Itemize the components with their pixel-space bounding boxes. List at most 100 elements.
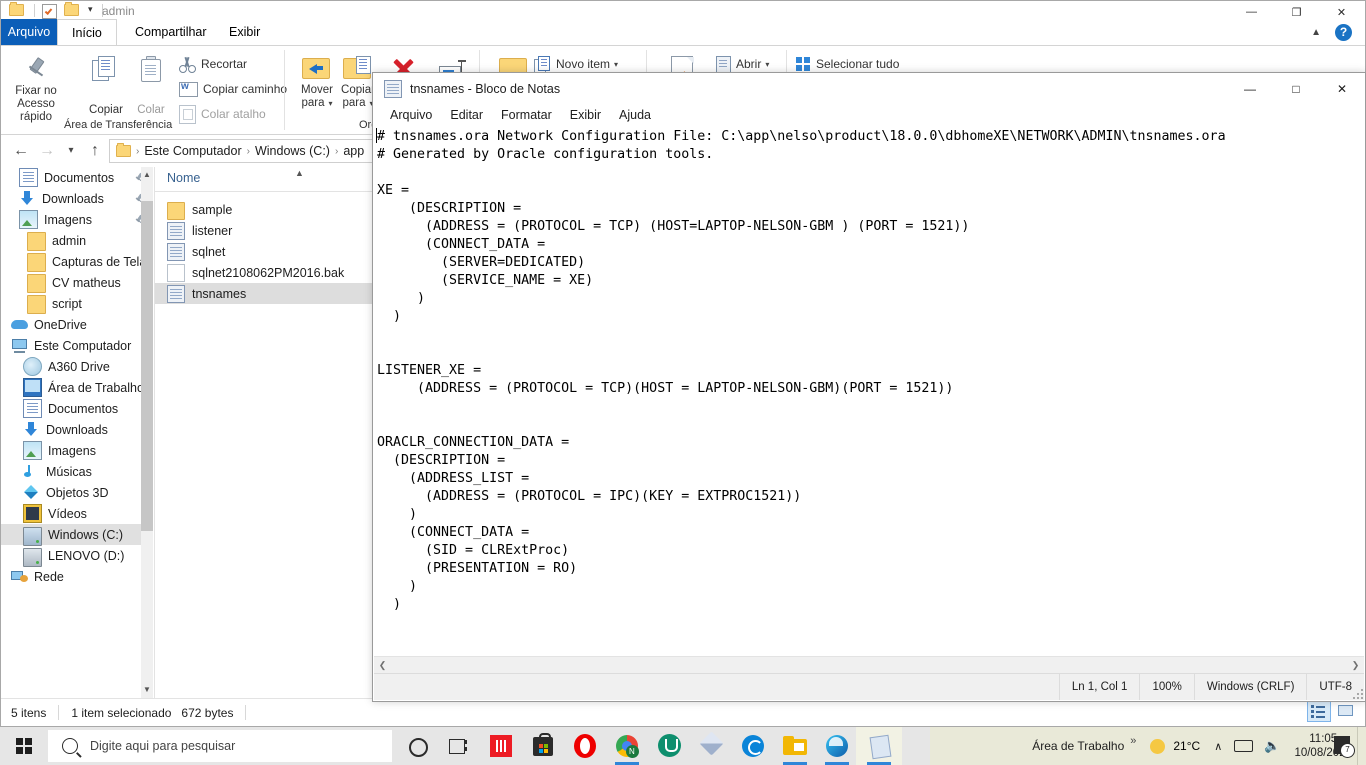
paste-shortcut-button[interactable]: Colar atalho [179,104,266,124]
back-arrow-icon[interactable]: ← [9,139,33,163]
navigation-pane-scrollbar[interactable]: ▲ ▼ [141,167,153,698]
notifications-icon[interactable]: 7 [1332,735,1355,758]
large-icons-view-icon[interactable] [1335,701,1357,720]
sidebar-item-v-deos[interactable]: Vídeos [1,503,153,524]
sidebar-item-a360-drive[interactable]: A360 Drive [1,356,153,377]
navigation-pane[interactable]: Documentos Downloads Imagens admin Capturas … [1,167,153,698]
taskbar-chrome-icon[interactable]: N [612,731,642,765]
scroll-down-icon[interactable]: ▼ [141,682,153,698]
menu-editar[interactable]: Editar [441,104,492,126]
file-row-sample[interactable]: sample [155,199,232,220]
sidebar-item-capturas-de-tela[interactable]: Capturas de Tela [1,251,153,272]
tab-arquivo[interactable]: Arquivo [1,19,57,45]
line-ending-label: Windows (CRLF) [1193,674,1307,700]
sidebar-item-downloads[interactable]: Downloads [1,419,153,440]
scroll-up-icon[interactable]: ▲ [141,167,153,183]
new-item-button[interactable]: Novo item ▾ [534,54,618,74]
taskbar-microsoft-store-icon[interactable] [528,731,558,761]
forward-arrow-icon[interactable]: → [35,139,59,163]
sidebar-item-lenovo-d[interactable]: LENOVO (D:) [1,545,153,567]
breadcrumb-este-computador[interactable]: Este Computador [144,144,241,158]
file-row-sqlnet2108062pm2016-bak[interactable]: sqlnet2108062PM2016.bak [155,262,344,283]
quick-access-new-folder-icon[interactable] [64,2,79,16]
chevron-up-icon[interactable]: ▲ [1311,27,1321,38]
select-all-button[interactable]: Selecionar tudo [796,54,899,74]
sidebar-item-admin[interactable]: admin [1,230,153,251]
notification-count: 7 [1340,743,1355,758]
ribbon-tabs: Arquivo Início Compartilhar Exibir [1,19,1365,45]
quick-access-dropdown-icon[interactable]: ▾ [83,4,93,15]
taskbar-u-app-icon[interactable] [654,731,684,761]
a360-drive-icon [23,357,42,376]
breadcrumb-app[interactable]: app [343,144,364,158]
quick-access-folder-icon[interactable] [9,2,24,16]
breadcrumb-windows-c[interactable]: Windows (C:) [255,144,330,158]
qat-separator-1 [28,4,41,17]
battery-icon[interactable] [1234,740,1254,752]
sidebar-item-script[interactable]: script [1,293,153,314]
taskbar-box-3d-icon[interactable] [696,731,726,761]
help-button[interactable]: ? [1335,24,1352,41]
search-input[interactable]: Digite aqui para pesquisar [48,730,392,762]
menu-formatar[interactable]: Formatar [492,104,561,126]
quick-access-properties-icon[interactable] [42,4,57,19]
cut-button[interactable]: Recortar [179,54,247,74]
sidebar-item-rede[interactable]: Rede [1,566,153,587]
sidebar-item-rea-de-trabalho[interactable]: Área de Trabalho [1,377,153,398]
column-header-nome[interactable]: Nome [167,171,200,185]
show-desktop-button[interactable] [1357,727,1366,765]
chevron-down-icon[interactable]: ▾ [59,139,83,163]
volume-icon[interactable]: 🔈 [1264,738,1280,754]
notepad-minimize-button[interactable]: — [1227,73,1273,104]
taskbar-c-app-icon[interactable] [738,731,768,761]
notepad-text-area[interactable]: # tnsnames.ora Network Configuration Fil… [374,126,1364,652]
copy-path-button[interactable]: Copiar caminho [179,79,287,99]
tab-inicio[interactable]: Início [57,19,117,45]
resize-grip[interactable] [1351,687,1363,699]
overflow-icon[interactable]: » [1130,735,1136,747]
notepad-horizontal-scrollbar[interactable]: ❮ ❯ [374,656,1364,674]
menu-exibir[interactable]: Exibir [561,104,610,126]
sidebar-item-downloads[interactable]: Downloads [1,188,153,209]
menu-arquivo[interactable]: Arquivo [381,104,441,126]
taskbar-task-view-icon[interactable] [444,731,474,761]
file-row-listener[interactable]: listener [155,220,232,241]
sidebar-item-imagens[interactable]: Imagens [1,440,153,461]
sidebar-item-m-sicas[interactable]: Músicas [1,461,153,482]
sidebar-item-este-computador[interactable]: Este Computador [1,335,153,356]
start-button[interactable] [0,727,48,765]
sidebar-item-objetos-3d[interactable]: Objetos 3D [1,482,153,503]
taskbar-cortana-icon[interactable] [402,731,432,761]
chevron-left-icon[interactable]: ❮ [374,657,391,674]
sidebar-item-documentos[interactable]: Documentos [1,398,153,419]
notepad-maximize-button[interactable]: □ [1273,73,1319,104]
taskbar-file-explorer-icon[interactable] [780,731,810,765]
pin-to-quick-access-button[interactable]: Fixar no Acesso rápido [6,52,66,124]
menu-ajuda[interactable]: Ajuda [610,104,660,126]
videos-icon [23,504,42,523]
desktop-label[interactable]: Área de Trabalho [1032,739,1124,753]
weather-temp[interactable]: 21°C [1173,739,1200,753]
notepad-close-button[interactable]: ✕ [1319,73,1365,104]
taskbar-adobe-icon[interactable] [486,731,516,761]
paste-button[interactable]: Colar [121,52,181,117]
taskbar-edge-icon[interactable] [822,731,852,765]
sidebar-item-onedrive[interactable]: OneDrive [1,314,153,335]
up-arrow-icon[interactable]: ↑ [83,139,107,163]
sidebar-item-windows-c[interactable]: Windows (C:) [1,524,153,546]
taskbar-opera-icon[interactable] [570,731,600,761]
tab-compartilhar[interactable]: Compartilhar [121,19,221,45]
file-row-sqlnet[interactable]: sqlnet [155,241,225,262]
sidebar-item-imagens[interactable]: Imagens [1,209,153,230]
sidebar-item-documentos[interactable]: Documentos [1,167,153,188]
tab-exibir[interactable]: Exibir [215,19,274,45]
system-tray: Área de Trabalho » 21°C ∧ 🔈 11:05 10/08/… [1032,727,1366,765]
sidebar-item-cv-matheus[interactable]: CV matheus [1,272,153,293]
show-hidden-icons-chevron[interactable]: ∧ [1214,740,1222,753]
scrollbar-thumb[interactable] [141,201,153,531]
taskbar-notepad-icon[interactable] [864,731,894,765]
details-view-icon[interactable] [1307,701,1331,722]
chevron-right-icon[interactable]: ❯ [1347,657,1364,674]
scissors-icon [179,56,196,73]
open-button[interactable]: Abrir ▾ [714,54,769,74]
